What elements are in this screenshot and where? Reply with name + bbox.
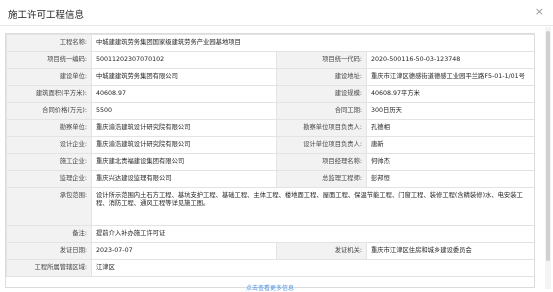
field-value: 中城建建筑劳务集团国家级建筑劳务产业园基地项目	[90, 34, 534, 52]
field-label: 项目统一编码:	[6, 51, 92, 69]
scrollbar-thumb[interactable]	[546, 31, 550, 261]
table-row: 发证日期: 2023-07-07 发证机关: 重庆市江津区住房和城乡建设委员会	[6, 242, 534, 260]
field-label: 工程名称:	[6, 34, 92, 52]
field-label: 工程所属管辖区域:	[6, 259, 92, 277]
field-value: 彭邦恒	[365, 170, 534, 188]
field-value: 中城建建筑劳务集团有限公司	[91, 68, 277, 86]
table-row: 建设单位: 中城建建筑劳务集团有限公司 建设地址: 重庆市江津区德感街道德感工业园平兰…	[6, 68, 534, 86]
close-icon[interactable]: ×	[535, 5, 544, 18]
info-table: 工程名称: 中城建建筑劳务集团国家级建筑劳务产业园基地项目 项目统一编码: 50011…	[6, 34, 534, 277]
field-value: 重庆建北贵福建设集团有限公司	[91, 153, 277, 171]
table-row: 工程所属管辖区域: 江津区	[6, 259, 534, 277]
field-value: 40608.97	[91, 85, 277, 103]
more-info-link[interactable]: 点击查看更多信息	[246, 283, 294, 292]
field-value: 重庆渝浩建筑设计研究院有限公司	[91, 136, 277, 154]
field-value: 设计所示范围内土石方工程、基坑支护工程、基础工程、主体工程、楼地面工程、屋面工程…	[90, 187, 534, 226]
field-label: 勘察单位项目负责人:	[276, 119, 367, 137]
field-label: 设计单位项目负责人:	[276, 136, 367, 154]
field-label: 设计企业:	[6, 136, 92, 154]
field-label: 建设规模:	[276, 85, 367, 103]
field-value: 提前介入补办施工许可证	[90, 225, 534, 243]
table-row: 勘察单位: 重庆渝浩建筑设计研究院有限公司 勘察单位项目负责人: 孔德相	[6, 119, 534, 137]
table-row: 设计企业: 重庆渝浩建筑设计研究院有限公司 设计单位项目负责人: 唐新	[6, 136, 534, 154]
field-label: 项目统一代码:	[276, 51, 367, 69]
field-label: 建设地址:	[276, 68, 367, 86]
field-label: 备注:	[6, 225, 92, 243]
field-label: 总监理工程师:	[276, 170, 367, 188]
field-label: 承包范围:	[6, 187, 92, 226]
field-value: 重庆兴达建设监理有限公司	[91, 170, 277, 188]
field-value: 江津区	[90, 259, 534, 277]
table-row: 施工企业: 重庆建北贵福建设集团有限公司 项目经理名称: 何帅杰	[6, 153, 534, 171]
field-value: 5001120230707​0102	[91, 51, 277, 69]
field-value: 重庆市江津区德感街道德感工业园平兰路F5-01-1/01号	[365, 68, 534, 86]
field-label: 建设单位:	[6, 68, 92, 86]
dialog-title: 施工许可工程信息	[8, 10, 85, 21]
field-value: 5500	[91, 102, 277, 120]
field-value: 40608.97平方米	[365, 85, 534, 103]
table-row: 承包范围: 设计所示范围内土石方工程、基坑支护工程、基础工程、主体工程、楼地面工程…	[6, 187, 534, 226]
field-value: 重庆市江津区住房和城乡建设委员会	[365, 242, 534, 260]
field-value: 唐新	[365, 136, 534, 154]
field-label: 发证机关:	[276, 242, 367, 260]
field-value: 何帅杰	[365, 153, 534, 171]
field-value: 孔德相	[365, 119, 534, 137]
field-label: 合同价格(万元):	[6, 102, 92, 120]
table-row: 监理企业: 重庆兴达建设监理有限公司 总监理工程师: 彭邦恒	[6, 170, 534, 188]
dialog-header: 施工许可工程信息 ×	[0, 0, 553, 26]
field-label: 合同工期:	[276, 102, 367, 120]
field-label: 施工企业:	[6, 153, 92, 171]
table-row: 工程名称: 中城建建筑劳务集团国家级建筑劳务产业园基地项目	[6, 34, 534, 52]
field-label: 建筑面积(平方米):	[6, 85, 92, 103]
field-value: 2023-07-07	[91, 242, 277, 260]
scrollbar[interactable]	[545, 27, 551, 289]
field-label: 监理企业:	[6, 170, 92, 188]
table-row: 建筑面积(平方米): 40608.97 建设规模: 40608.97平方米	[6, 85, 534, 103]
table-row: 合同价格(万元): 5500 合同工期: 300日历天	[6, 102, 534, 120]
table-row: 备注: 提前介入补办施工许可证	[6, 225, 534, 243]
field-label: 项目经理名称:	[276, 153, 367, 171]
field-value: 重庆渝浩建筑设计研究院有限公司	[91, 119, 277, 137]
field-value: 2020-500116-50-03-123748	[365, 51, 534, 69]
info-panel: 工程名称: 中城建建筑劳务集团国家级建筑劳务产业园基地项目 项目统一编码: 50011…	[5, 33, 535, 288]
field-label: 发证日期:	[6, 242, 92, 260]
field-label: 勘察单位:	[6, 119, 92, 137]
field-value: 300日历天	[365, 102, 534, 120]
table-row: 项目统一编码: 5001120230707​0102 项目统一代码: 2020-500…	[6, 51, 534, 69]
